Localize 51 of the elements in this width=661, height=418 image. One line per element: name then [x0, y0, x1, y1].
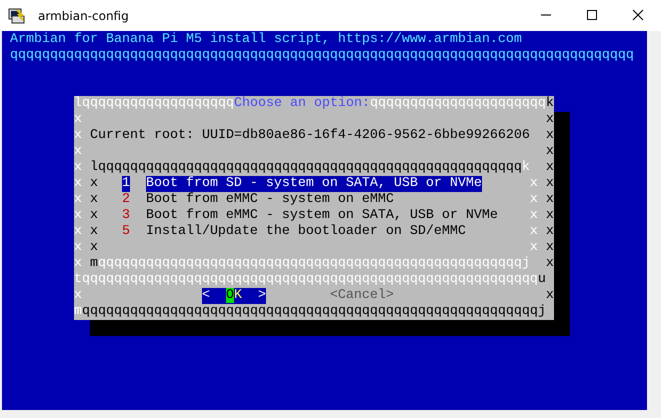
menu-item[interactable]: Boot from SD - system on SATA, USB or NVMe — [146, 176, 482, 192]
border-char: x — [74, 288, 82, 304]
header-rule: qqqqqqqqqqqqqqqqqqqqqqqqqqqqqqqqqqqqqqqqqqqqqqqqqqqqqqqqqqqqqqqqqqqqqqqqqqqqqq — [10, 48, 635, 64]
list-border: lqqqqqqqqqqqqqqqqqqqqqqqqqqqqqqqqqqqqqqqqqqqqqqqqqqqqqk — [90, 160, 530, 176]
border-char: x — [74, 112, 82, 128]
border-char: x — [546, 144, 554, 160]
border-char: x — [74, 144, 82, 160]
border-char: x — [90, 176, 98, 192]
border-char: x — [74, 224, 82, 240]
border-char: x — [546, 256, 554, 272]
border-char: x — [74, 192, 82, 208]
border-char: x — [546, 208, 554, 224]
border-char: x — [546, 176, 554, 192]
border-char: x — [74, 160, 82, 176]
border-char: x — [546, 288, 554, 304]
border-char: x — [74, 208, 82, 224]
separator-line: tqqqqqqqqqqqqqqqqqqqqqqqqqqqqqqqqqqqqqqqqqqqqqqqqqqqqqqqqqu — [74, 272, 546, 288]
menu-item[interactable]: Install/Update the bootloader on SD/eMMC — [146, 224, 466, 240]
border-char: x — [546, 240, 554, 256]
border-char: x — [546, 112, 554, 128]
border-char: x — [546, 192, 554, 208]
terminal-icon — [8, 6, 26, 24]
border-char: x — [74, 240, 82, 256]
border-char: x — [546, 160, 554, 176]
border-line: mqqqqqqqqqqqqqqqqqqqqqqqqqqqqqqqqqqqqqqqqqqqqqqqqqqqqqqqqqj — [74, 304, 546, 320]
border-char: x — [90, 240, 98, 256]
border-char: x — [90, 208, 98, 224]
header-title: Armbian for Banana Pi M5 install script, https://www.armbian.com — [10, 32, 523, 48]
border-char: x — [74, 128, 82, 144]
border-char: x — [74, 256, 82, 272]
list-border: mqqqqqqqqqqqqqqqqqqqqqqqqqqqqqqqqqqqqqqqqqqqqqqqqqqqqqj — [90, 256, 530, 272]
border-char: x — [530, 176, 538, 192]
border-char: x — [530, 192, 538, 208]
border-char: x — [530, 224, 538, 240]
border-char: x — [530, 208, 538, 224]
current-root-text: Current root: UUID=db80ae86-16f4-4206-9562-6bbe99266206 — [90, 128, 530, 144]
dialog-button[interactable]: <Cancel> — [330, 288, 394, 304]
border-line: lqqqqqqqqqqqqqqqqqqq — [74, 96, 234, 112]
menu-item[interactable]: Boot from eMMC - system on eMMC — [146, 192, 394, 208]
menu-item[interactable]: Boot from eMMC - system on SATA, USB or NVMe — [146, 208, 498, 224]
dialog-button[interactable]: < OK > — [202, 288, 266, 304]
border-char: x — [90, 224, 98, 240]
border-char: x — [74, 176, 82, 192]
border-line: qqqqqqqqqqqqqqqqqqqqqqk — [370, 96, 554, 112]
border-char: x — [546, 224, 554, 240]
border-char: x — [530, 240, 538, 256]
dialog-title: Choose an option: — [234, 96, 370, 112]
border-char: x — [546, 128, 554, 144]
border-char: x — [90, 192, 98, 208]
item-number[interactable]: 1 — [122, 176, 130, 192]
window-title: armbian-config — [38, 8, 130, 22]
